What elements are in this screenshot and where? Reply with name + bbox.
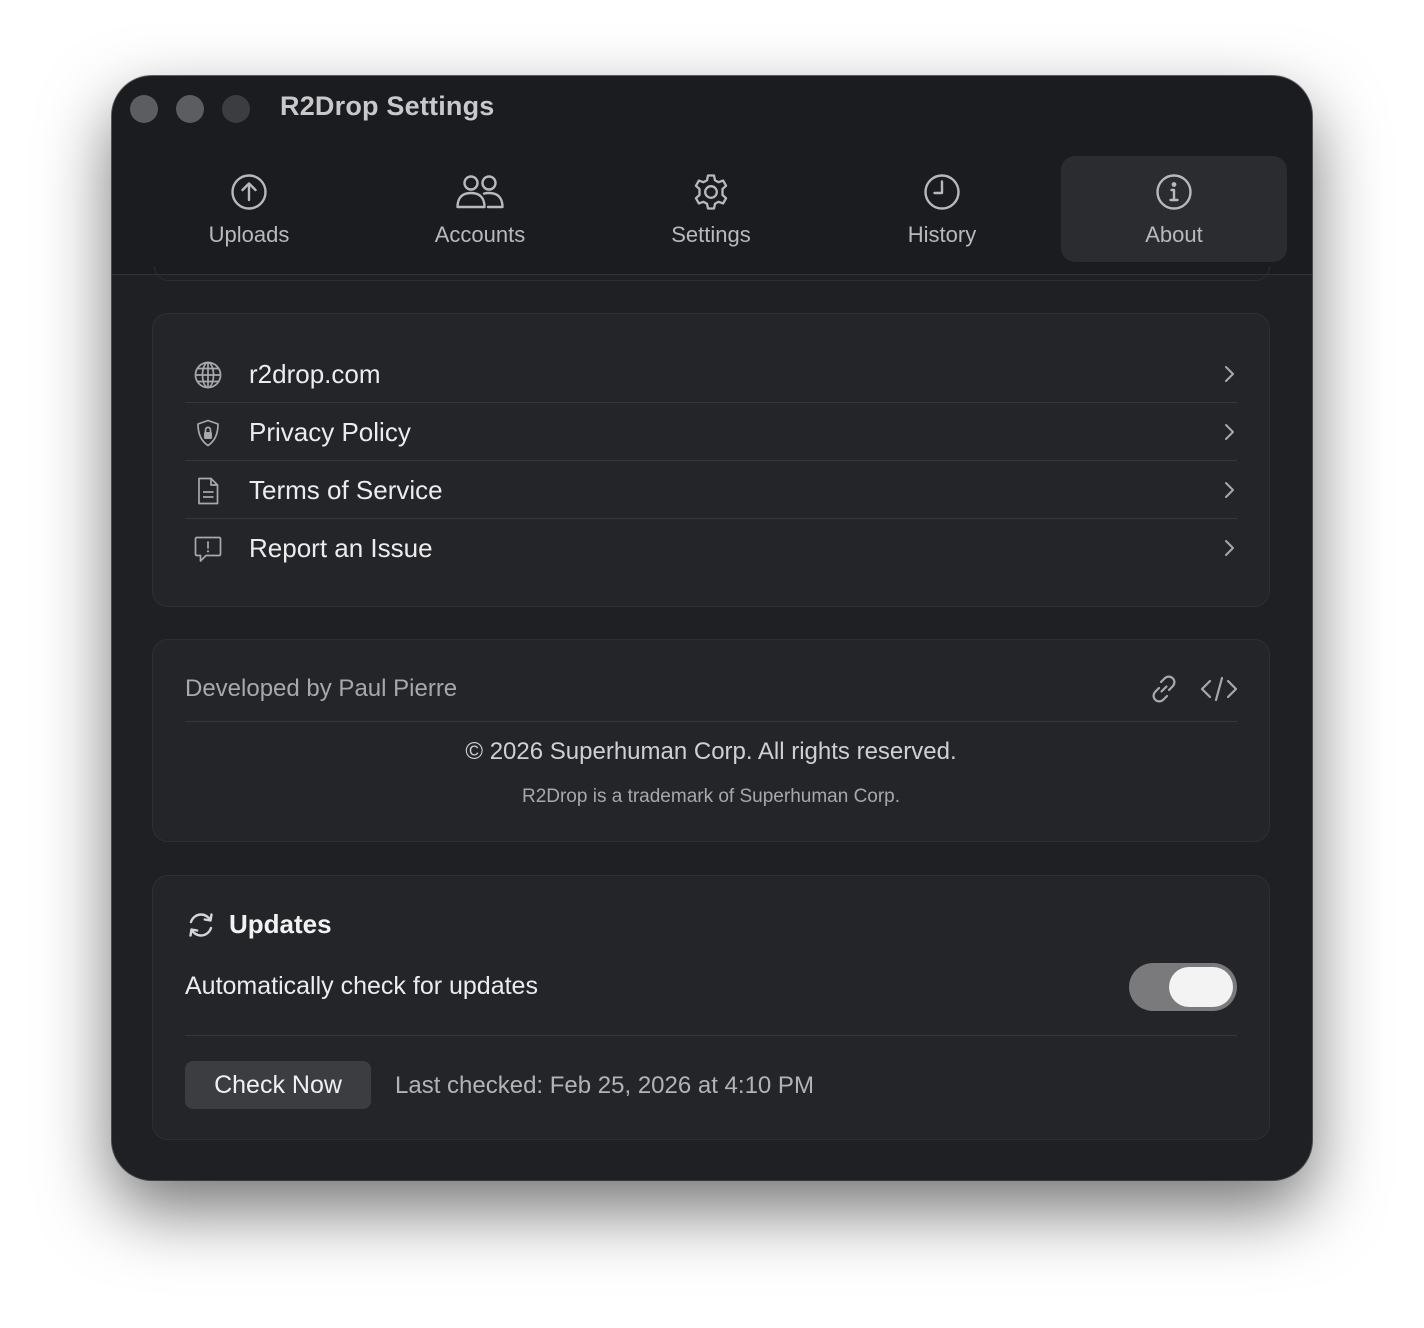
- chevron-right-icon: [1225, 540, 1234, 556]
- link-privacy-policy[interactable]: Privacy Policy: [185, 403, 1237, 461]
- updates-card: Updates Automatically check for updates …: [152, 875, 1270, 1140]
- link-label: Privacy Policy: [249, 417, 411, 447]
- check-now-button[interactable]: Check Now: [185, 1061, 371, 1109]
- globe-icon: [194, 361, 222, 389]
- tab-label: Accounts: [434, 222, 526, 247]
- title-bar: R2Drop Settings: [112, 76, 1312, 140]
- developer-credit: Developed by Paul Pierre: [185, 675, 458, 702]
- link-label: Terms of Service: [249, 475, 443, 505]
- tab-label: Settings: [671, 222, 751, 247]
- upload-circle-icon: [231, 174, 267, 210]
- link-label: Report an Issue: [249, 533, 433, 563]
- clock-icon: [924, 174, 960, 210]
- auto-update-toggle[interactable]: [1129, 963, 1237, 1011]
- chevron-right-icon: [1225, 482, 1234, 498]
- close-window-button[interactable]: [130, 95, 158, 123]
- tab-label: About: [1145, 222, 1203, 247]
- toggle-knob: [1169, 967, 1233, 1007]
- zoom-window-button[interactable]: [222, 95, 250, 123]
- tab-settings[interactable]: Settings: [598, 156, 824, 262]
- tab-accounts[interactable]: Accounts: [367, 156, 593, 262]
- gear-icon: [694, 174, 728, 210]
- tab-history[interactable]: History: [829, 156, 1055, 262]
- about-card: Developed by Paul Pierre © 2026 Superhum…: [152, 639, 1270, 842]
- updates-title: Updates: [229, 909, 332, 939]
- shield-lock-icon: [197, 419, 219, 447]
- chevron-right-icon: [1225, 424, 1234, 440]
- window-title: R2Drop Settings: [280, 91, 495, 121]
- chevron-right-icon: [1225, 366, 1234, 382]
- link-report-issue[interactable]: Report an Issue: [185, 519, 1237, 577]
- section-divider: [185, 1035, 1237, 1036]
- auto-update-label: Automatically check for updates: [185, 972, 538, 1000]
- section-divider: [185, 721, 1237, 722]
- scrolled-card-edge: [154, 266, 1270, 281]
- tab-about[interactable]: About: [1061, 156, 1287, 262]
- info-icon: [1156, 174, 1192, 210]
- code-icon[interactable]: [1199, 672, 1239, 706]
- link-label: r2drop.com: [249, 359, 381, 389]
- tab-uploads[interactable]: Uploads: [136, 156, 362, 262]
- minimize-window-button[interactable]: [176, 95, 204, 123]
- tab-toolbar: Uploads Accounts Settings History About: [112, 140, 1312, 275]
- document-icon: [198, 477, 219, 505]
- link-website[interactable]: r2drop.com: [185, 345, 1237, 403]
- exclamation-bubble-icon: [194, 536, 222, 562]
- people-icon: [456, 175, 504, 209]
- last-checked-text: Last checked: Feb 25, 2026 at 4:10 PM: [395, 1072, 814, 1099]
- tab-label: History: [907, 222, 977, 247]
- links-card: r2drop.com Privacy Policy Terms of Servi…: [152, 313, 1270, 607]
- settings-window: R2Drop Settings Uploads Accounts Setting…: [112, 76, 1312, 1180]
- refresh-icon: [189, 913, 213, 937]
- trademark-text: R2Drop is a trademark of Superhuman Corp…: [521, 786, 901, 807]
- tab-label: Uploads: [208, 222, 290, 247]
- link-icon[interactable]: [1147, 672, 1181, 706]
- link-terms-of-service[interactable]: Terms of Service: [185, 461, 1237, 519]
- copyright-text: © 2026 Superhuman Corp. All rights reser…: [465, 738, 957, 765]
